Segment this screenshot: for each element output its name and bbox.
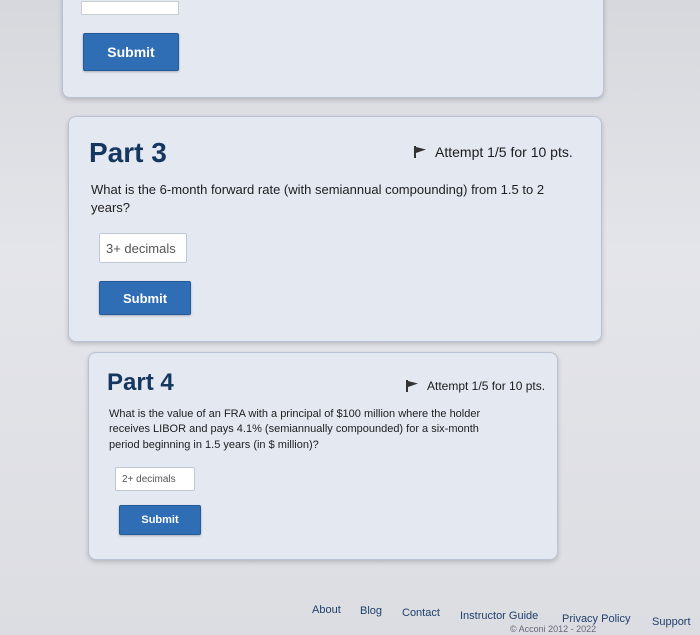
part3-attempt-text: Attempt 1/5 for 10 pts. [435, 144, 573, 160]
part3-submit-button[interactable]: Submit [99, 281, 191, 315]
part2-submit-button[interactable]: Submit [83, 33, 179, 71]
part4-submit-button[interactable]: Submit [119, 505, 201, 535]
footer-link-about[interactable]: About [312, 604, 341, 616]
footer-link-instructor-guide[interactable]: Instructor Guide [460, 610, 538, 622]
part4-answer-input[interactable]: 2+ decimals [115, 467, 195, 491]
flag-icon [406, 380, 418, 392]
part4-attempt: Attempt 1/5 for 10 pts. [405, 379, 545, 393]
footer-link-contact[interactable]: Contact [402, 607, 440, 619]
part3-title: Part 3 [89, 137, 167, 168]
part4-card: Part 4 Attempt 1/5 for 10 pts. What is t… [88, 352, 558, 560]
part3-answer-input[interactable]: 3+ decimals [99, 233, 187, 263]
footer-link-blog[interactable]: Blog [360, 605, 382, 617]
part3-attempt: Attempt 1/5 for 10 pts. [413, 144, 573, 160]
part2-card: Submit [62, 0, 604, 98]
flag-icon [414, 146, 426, 158]
footer-copyright: © Acconi 2012 - 2022 [510, 624, 597, 634]
part4-attempt-text: Attempt 1/5 for 10 pts. [427, 379, 546, 393]
part3-question: What is the 6-month forward rate (with s… [91, 182, 545, 216]
part2-answer-field[interactable] [81, 1, 179, 15]
part3-card: Part 3 Attempt 1/5 for 10 pts. What is t… [68, 116, 602, 342]
part4-question: What is the value of an FRA with a princ… [109, 408, 481, 451]
footer-link-support[interactable]: Support [652, 616, 691, 628]
part4-title: Part 4 [107, 369, 174, 396]
